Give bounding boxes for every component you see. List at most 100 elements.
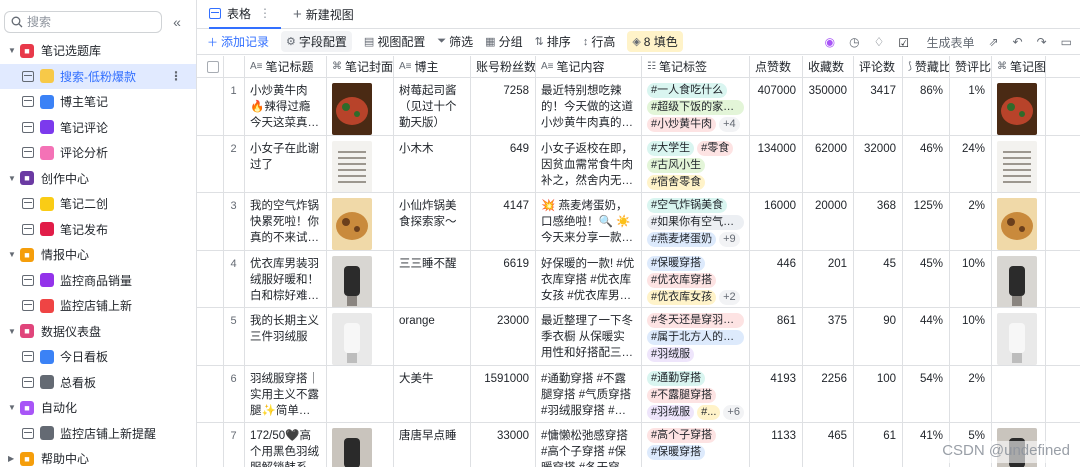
comments-cell[interactable]: 32000 xyxy=(854,135,903,192)
comments-cell[interactable]: 90 xyxy=(854,308,903,365)
more-icon[interactable]: ⋮ xyxy=(170,69,182,83)
likes-cell[interactable]: 1133 xyxy=(750,423,803,467)
sidebar-group[interactable]: ▼ ■ 创作中心 xyxy=(0,166,196,192)
likes-cell[interactable]: 16000 xyxy=(750,193,803,250)
column-header[interactable]: 收藏数 xyxy=(803,56,854,77)
fans-cell[interactable]: 649 xyxy=(471,135,536,192)
comments-cell[interactable]: 61 xyxy=(854,423,903,467)
comments-cell[interactable]: 100 xyxy=(854,365,903,422)
like-collect-ratio-cell[interactable]: 44% xyxy=(903,308,950,365)
sort-button[interactable]: ⇅ 排序 xyxy=(535,33,571,50)
pic-cell[interactable] xyxy=(992,78,1046,135)
content-cell[interactable]: 💥 燕麦烤蛋奶，口感绝啦！🔍 ☀️ 今天来分享一款超级简单又美味的早餐—... xyxy=(536,193,642,250)
collects-cell[interactable]: 375 xyxy=(803,308,854,365)
pic-cell[interactable] xyxy=(992,308,1046,365)
redo-icon[interactable]: ↷ xyxy=(1037,35,1047,49)
blogger-cell[interactable]: 小仙炸锅美食探索家～ xyxy=(394,193,471,250)
like-comment-ratio-cell[interactable]: 10% xyxy=(950,308,992,365)
note-image[interactable] xyxy=(332,140,372,193)
tags-cell[interactable]: #通勤穿搭 #不露腿穿搭 #羽绒服 #... +6 xyxy=(642,365,750,422)
sidebar-item[interactable]: 笔记发布 xyxy=(0,217,196,243)
new-view-button[interactable]: + 新建视图 xyxy=(293,6,354,23)
like-comment-ratio-cell[interactable]: 2% xyxy=(950,193,992,250)
sidebar-item[interactable]: 笔记二创 xyxy=(0,191,196,217)
select-all-header[interactable] xyxy=(197,56,224,77)
fans-cell[interactable]: 23000 xyxy=(471,308,536,365)
view-config-button[interactable]: ▤ 视图配置 xyxy=(364,33,425,50)
table-row[interactable]: 6羽绒服穿搭｜实用主义不露腿✨简单显瘦气质! 大美牛 1591000 #通勤穿搭 #不… xyxy=(197,365,1080,423)
row-select-cell[interactable] xyxy=(197,78,224,135)
generate-form-button[interactable]: ☑ 生成表单 xyxy=(898,34,974,51)
note-image[interactable] xyxy=(997,255,1037,308)
title-cell[interactable]: 羽绒服穿搭｜实用主义不露腿✨简单显瘦气质! xyxy=(245,365,327,422)
sidebar-item[interactable]: 总看板 xyxy=(0,370,196,396)
blogger-cell[interactable]: 大美牛 xyxy=(394,365,471,422)
column-header[interactable]: ⌘笔记图片 xyxy=(992,56,1046,77)
comments-cell[interactable]: 3417 xyxy=(854,78,903,135)
sidebar-group[interactable]: ▼ ■ 情报中心 xyxy=(0,242,196,268)
fans-cell[interactable]: 4147 xyxy=(471,193,536,250)
row-select-cell[interactable] xyxy=(197,193,224,250)
table-row[interactable]: 1小炒黄牛肉🔥辣得过瘾今天这菜真的巨下饭～ 树莓起司酱（见过十个勤天版） 7258 最… xyxy=(197,78,1080,136)
note-image[interactable] xyxy=(332,428,372,467)
cover-cell[interactable] xyxy=(327,308,394,365)
collects-cell[interactable]: 350000 xyxy=(803,78,854,135)
tags-cell[interactable]: #高个子穿搭 #保暖穿搭 xyxy=(642,423,750,467)
likes-cell[interactable]: 446 xyxy=(750,250,803,307)
sidebar-item[interactable]: 监控商品销量 xyxy=(0,268,196,294)
table-row[interactable]: 4优衣库男装羽绒服好暖和！白和棕好难决择! 三三睡不醒 6619 好保暖的一款! #优… xyxy=(197,250,1080,308)
like-collect-ratio-cell[interactable]: 46% xyxy=(903,135,950,192)
row-select-cell[interactable] xyxy=(197,423,224,467)
blogger-cell[interactable]: 树莓起司酱（见过十个勤天版） xyxy=(394,78,471,135)
note-image[interactable] xyxy=(997,140,1037,193)
tab-table-view[interactable]: 表格 ⋮ xyxy=(209,0,282,29)
note-image[interactable] xyxy=(332,313,372,365)
like-collect-ratio-cell[interactable]: 125% xyxy=(903,193,950,250)
sidebar-group[interactable]: ▶ ■ 帮助中心 xyxy=(0,446,196,467)
blogger-cell[interactable]: orange xyxy=(394,308,471,365)
column-header[interactable]: ⌘ 笔记封面 xyxy=(327,56,394,77)
note-image[interactable] xyxy=(332,198,372,250)
pic-cell[interactable] xyxy=(992,250,1046,308)
sidebar-search-box[interactable] xyxy=(4,10,162,33)
comments-cell[interactable]: 45 xyxy=(854,250,903,307)
fans-cell[interactable]: 33000 xyxy=(471,423,536,467)
tags-cell[interactable]: #空气炸锅美食 #如果你有空气炸锅 #燕麦烤蛋奶 +9 xyxy=(642,193,750,250)
fans-cell[interactable]: 6619 xyxy=(471,250,536,307)
select-all-checkbox[interactable] xyxy=(206,60,219,73)
group-button[interactable]: ▦ 分组 xyxy=(485,33,522,50)
title-cell[interactable]: 小女子在此谢过了 xyxy=(245,135,327,192)
pic-cell[interactable] xyxy=(992,135,1046,193)
collapse-sidebar-icon[interactable]: « xyxy=(166,14,188,30)
sidebar-item[interactable]: 今日看板 xyxy=(0,344,196,370)
like-collect-ratio-cell[interactable]: 86% xyxy=(903,78,950,135)
cover-cell[interactable] xyxy=(327,423,394,467)
like-collect-ratio-cell[interactable]: 45% xyxy=(903,250,950,307)
content-cell[interactable]: #通勤穿搭 #不露腿穿搭 #气质穿搭 #羽绒服穿搭 #短款羽绒服 #排骨羽绒服.… xyxy=(536,365,642,422)
tags-cell[interactable]: #大学生#零食#古风小生#宿舍零食#牛肉 xyxy=(642,135,750,192)
blogger-cell[interactable]: 三三睡不醒 xyxy=(394,250,471,307)
column-header[interactable]: A≡ 笔记内容 xyxy=(536,56,642,77)
note-image[interactable] xyxy=(997,313,1037,365)
title-cell[interactable]: 我的长期主义三件羽绒服 xyxy=(245,308,327,365)
collects-cell[interactable]: 465 xyxy=(803,423,854,467)
row-select-cell[interactable] xyxy=(197,308,224,365)
sidebar-item[interactable]: 评论分析 xyxy=(0,140,196,166)
ai-icon[interactable]: ◉ xyxy=(825,35,835,49)
sidebar-item[interactable]: 监控店铺上新 xyxy=(0,293,196,319)
blogger-cell[interactable]: 唐唐早点睡 xyxy=(394,423,471,467)
row-select-cell[interactable] xyxy=(197,250,224,307)
fans-cell[interactable]: 7258 xyxy=(471,78,536,135)
field-config-button[interactable]: ⚙ 字段配置 xyxy=(281,31,352,52)
pic-cell[interactable] xyxy=(992,193,1046,250)
row-select-cell[interactable] xyxy=(197,365,224,422)
like-collect-ratio-cell[interactable]: 54% xyxy=(903,365,950,422)
collects-cell[interactable]: 201 xyxy=(803,250,854,307)
search-input[interactable] xyxy=(27,14,147,29)
history-icon[interactable]: ◷ xyxy=(849,35,859,49)
add-record-button[interactable]: ＋添加记录 xyxy=(207,33,269,50)
column-header[interactable]: A≡ 博主 xyxy=(394,56,471,77)
note-image[interactable] xyxy=(332,83,372,135)
title-cell[interactable]: 优衣库男装羽绒服好暖和！白和棕好难决择! xyxy=(245,250,327,307)
pic-cell[interactable] xyxy=(992,365,1046,422)
